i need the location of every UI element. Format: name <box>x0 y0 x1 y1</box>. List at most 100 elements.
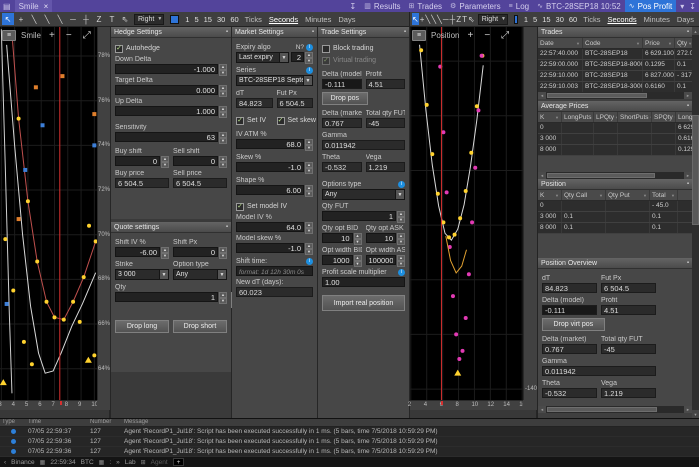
timeframe-5[interactable]: 5 <box>194 15 198 24</box>
shift-px-input[interactable] <box>173 247 218 257</box>
spinner-control[interactable]: ▲▼ <box>219 292 227 302</box>
pin-icon[interactable]: ▪ <box>687 29 689 35</box>
pin-icon[interactable]: ▪ <box>312 29 314 35</box>
zoom-in-icon[interactable]: + <box>467 30 473 41</box>
chart-menu-icon[interactable]: ≡ <box>412 30 426 41</box>
filter-icon[interactable]: ▼ <box>575 41 580 46</box>
table-row[interactable]: 22:59:10.000BTC-28SEP186 827.0000- 317.0 <box>538 71 692 82</box>
trendline-tool-icon[interactable]: ╲ <box>425 13 430 25</box>
interval-dropdown[interactable]: Right▼ <box>478 14 508 25</box>
timeframe-1[interactable]: 1 <box>185 15 189 24</box>
qty-input[interactable] <box>115 292 218 302</box>
spinner-control[interactable]: ▲▼ <box>219 247 227 257</box>
interval-dropdown[interactable]: Right▼ <box>134 14 164 25</box>
column-header-long[interactable]: Long▼ <box>676 112 693 122</box>
spinner-control[interactable]: ▲▼ <box>161 247 169 257</box>
spinner-control[interactable]: ▲▼ <box>354 233 362 243</box>
autohedge-row[interactable]: ✓ Autohedge <box>115 44 227 53</box>
drop-long-button[interactable]: Drop long <box>115 320 169 333</box>
spinner-down-icon[interactable]: ▼ <box>219 298 227 304</box>
titlebar-tab-log[interactable]: ≡Log <box>505 0 533 12</box>
titlebar-tab-results[interactable]: ▥Results <box>360 0 404 12</box>
spinner-control[interactable]: ▲▼ <box>397 211 405 221</box>
expiry-algo-dropdown[interactable]: Last expiry▼ <box>236 52 289 63</box>
sensitivity-input[interactable] <box>115 132 218 142</box>
extended-line-tool-icon[interactable]: ╲ <box>437 13 442 25</box>
pointer-tool-icon[interactable]: ⇖ <box>468 13 475 25</box>
model-iv-input[interactable] <box>236 222 304 232</box>
unit-ticks[interactable]: Ticks <box>583 15 600 24</box>
pointer-tool-icon[interactable]: ⇖ <box>119 13 131 25</box>
expiry-count-input[interactable] <box>291 52 304 62</box>
unit-seconds[interactable]: Seconds <box>269 15 298 24</box>
extended-line-tool-icon[interactable]: ╲ <box>54 13 66 25</box>
crosshair-tool-icon[interactable]: + <box>15 13 27 25</box>
shift-time-input[interactable] <box>236 266 313 276</box>
color-swatch[interactable] <box>170 15 179 24</box>
lab-tab[interactable]: Lab <box>125 459 136 466</box>
column-header-total[interactable]: Total▼ <box>650 190 678 200</box>
market-settings-titlebar[interactable]: Market Settings ▪ <box>232 27 317 38</box>
down-delta-input[interactable] <box>115 64 218 74</box>
scroll-thumb[interactable] <box>547 173 655 178</box>
skew-input[interactable] <box>236 162 304 172</box>
position-x-axis[interactable]: 246810121416 <box>410 400 523 410</box>
back-icon[interactable]: ‹ <box>4 459 6 466</box>
set-skew-checkbox[interactable]: ✓ <box>277 117 285 125</box>
pin-icon[interactable]: ▪ <box>687 260 689 266</box>
spinner-control[interactable]: ▲▼ <box>305 52 313 62</box>
set-skew-row[interactable]: ✓Set skew <box>277 116 314 125</box>
spinner-control[interactable]: ▲▼ <box>305 139 313 149</box>
drop-virt-pos-button[interactable]: Drop virt pos <box>542 318 605 331</box>
scroll-thumb[interactable] <box>692 115 699 225</box>
filter-icon[interactable]: ▼ <box>554 193 559 198</box>
connection-label[interactable]: Binance <box>11 459 35 466</box>
info-icon[interactable]: i <box>306 67 313 74</box>
spinner-down-icon[interactable]: ▼ <box>305 191 313 197</box>
scroll-up-icon[interactable]: ▲ <box>692 27 699 35</box>
pin-icon[interactable]: ▪ <box>226 29 228 35</box>
table-row[interactable]: 8 0000.10.1 <box>538 223 692 234</box>
set-model-iv-checkbox[interactable]: ✓ <box>236 203 244 211</box>
filter-icon[interactable]: ▼ <box>642 193 647 198</box>
dropdown-caret-icon[interactable]: ▼ <box>395 190 404 199</box>
dropdown-caret-icon[interactable]: ▼ <box>279 53 288 62</box>
timeframe-15[interactable]: 15 <box>204 15 212 24</box>
spinner-down-icon[interactable]: ▼ <box>305 228 313 234</box>
timeframe-30[interactable]: 30 <box>217 15 225 24</box>
scroll-thumb[interactable] <box>547 407 657 412</box>
scroll-right-icon[interactable]: ► <box>684 172 692 179</box>
dropdown-caret-icon[interactable]: ▼ <box>303 76 312 85</box>
trendline-tool-icon[interactable]: ╲ <box>28 13 40 25</box>
unit-minutes[interactable]: Minutes <box>644 15 670 24</box>
spinner-down-icon[interactable]: ▼ <box>219 138 227 144</box>
pin-icon[interactable]: ▪ <box>687 103 689 109</box>
zoom-out-icon[interactable]: − <box>484 30 490 41</box>
zoom-in-icon[interactable]: + <box>49 30 55 41</box>
horizontal-line-tool-icon[interactable]: ─ <box>67 13 79 25</box>
text-tool-icon[interactable]: T <box>106 13 118 25</box>
titlebar-tab-parameters[interactable]: ⚙Parameters <box>446 0 505 12</box>
unit-days[interactable]: Days <box>677 15 694 24</box>
unit-ticks[interactable]: Ticks <box>245 15 262 24</box>
spinner-down-icon[interactable]: ▼ <box>305 58 313 64</box>
spinner-control[interactable]: ▲▼ <box>219 64 227 74</box>
opt-width-ask-input[interactable] <box>366 255 397 265</box>
model-skew-input[interactable] <box>236 243 304 253</box>
spinner-control[interactable]: ▲▼ <box>354 255 362 265</box>
unit-minutes[interactable]: Minutes <box>305 15 331 24</box>
quote-settings-titlebar[interactable]: Quote settings ▪ <box>111 222 231 233</box>
spinner-down-icon[interactable]: ▼ <box>397 261 405 267</box>
column-header-shortputs[interactable]: ShortPuts▼ <box>618 112 652 122</box>
unit-seconds[interactable]: Seconds <box>607 15 636 24</box>
buy-shift-input[interactable] <box>115 156 160 166</box>
vertical-line-tool-icon[interactable]: ┼ <box>80 13 92 25</box>
qty-fut-input[interactable] <box>322 211 396 221</box>
add-tab-button[interactable]: + <box>173 458 185 466</box>
spinner-control[interactable]: ▲▼ <box>305 243 313 253</box>
tab-smile[interactable]: Smile × <box>15 0 53 12</box>
vertical-line-tool-icon[interactable]: ┼ <box>450 13 456 25</box>
titlebar-tab-btc-28sep18-10-52[interactable]: ∿BTC-28SEP18 10:52 <box>533 0 625 12</box>
table-row[interactable]: 06 629 <box>538 123 692 134</box>
column-header-longputs[interactable]: LongPuts▼ <box>562 112 594 122</box>
